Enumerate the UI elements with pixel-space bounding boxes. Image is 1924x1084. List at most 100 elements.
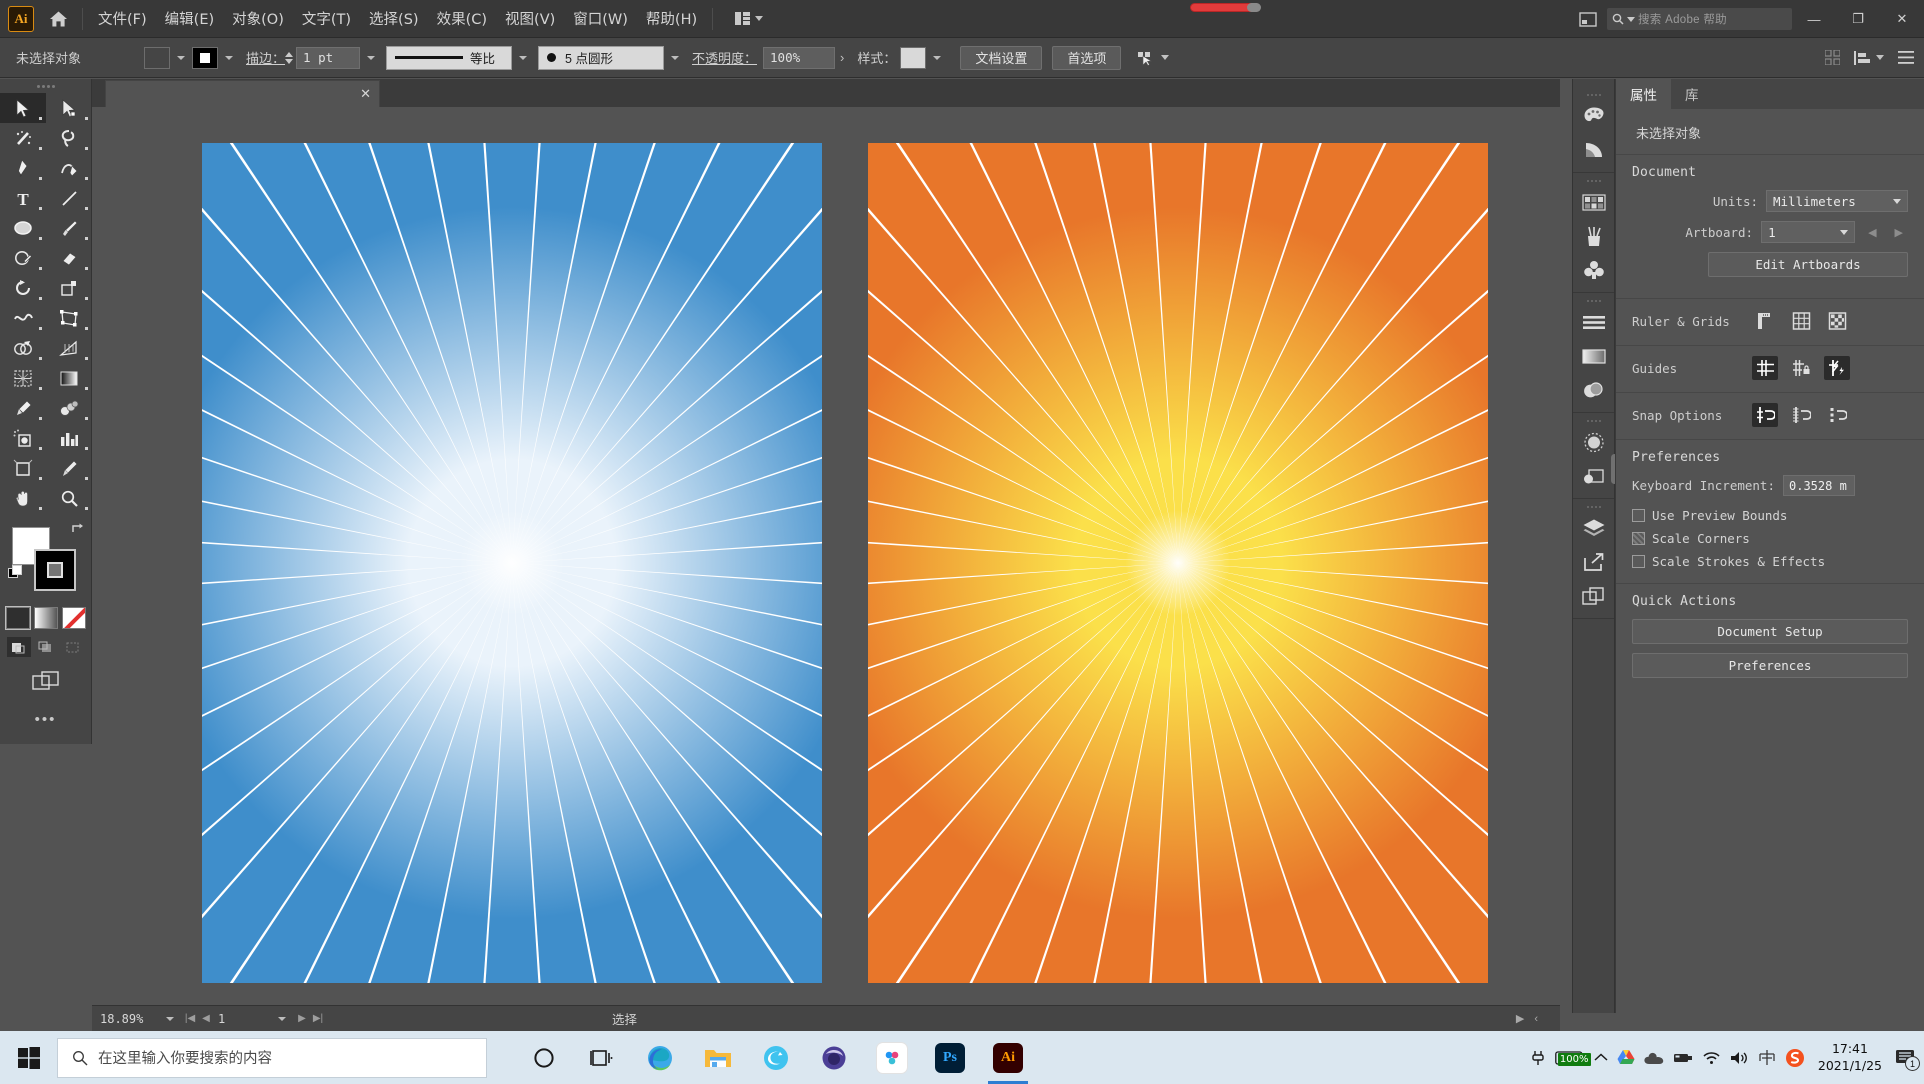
- artboard-tool[interactable]: [0, 453, 46, 483]
- default-fill-stroke-icon[interactable]: [8, 565, 24, 581]
- transparency-panel-icon[interactable]: [1573, 373, 1614, 407]
- free-transform-tool[interactable]: [46, 303, 92, 333]
- snap-to-point-icon[interactable]: [1752, 403, 1778, 427]
- menu-effect[interactable]: 效果(C): [428, 3, 496, 34]
- direct-selection-tool[interactable]: [46, 93, 92, 123]
- fill-color-swatch[interactable]: [144, 46, 170, 69]
- ime-language-icon[interactable]: [1758, 1049, 1776, 1066]
- symbol-sprayer-tool[interactable]: [0, 423, 46, 453]
- style-chevron-icon[interactable]: [933, 55, 942, 60]
- preferences-quick-button[interactable]: Preferences: [1632, 653, 1908, 678]
- align-grid-icon[interactable]: [1825, 50, 1840, 65]
- color-panel-icon[interactable]: [1573, 99, 1614, 133]
- next-artboard-icon[interactable]: ▶: [1890, 226, 1908, 239]
- units-select[interactable]: Millimeters: [1766, 190, 1908, 212]
- document-tab[interactable]: ✕: [105, 80, 380, 107]
- zoom-tool[interactable]: [46, 483, 92, 513]
- graphic-style-swatch[interactable]: [900, 46, 927, 69]
- taskbar-search-input[interactable]: 在这里输入你要搜索的内容: [57, 1037, 487, 1078]
- snap-to-pixel-icon[interactable]: [1824, 403, 1850, 427]
- show-rulers-icon[interactable]: [1752, 309, 1778, 333]
- magic-wand-tool[interactable]: [0, 123, 46, 153]
- zoom-chevron-icon[interactable]: [166, 1016, 174, 1021]
- usb-device-icon[interactable]: [1673, 1051, 1693, 1064]
- slice-tool[interactable]: [46, 453, 92, 483]
- opacity-flyout-icon[interactable]: ›: [835, 50, 849, 65]
- volume-icon[interactable]: [1730, 1050, 1749, 1066]
- tab-properties[interactable]: 属性: [1616, 79, 1671, 109]
- close-button[interactable]: ✕: [1880, 0, 1924, 38]
- align-options-button[interactable]: [1854, 50, 1884, 65]
- arrange-documents-button[interactable]: [727, 8, 771, 29]
- select-similar-button[interactable]: [1137, 50, 1170, 66]
- scale-corners-row[interactable]: Scale Corners: [1632, 531, 1908, 546]
- dock-grip[interactable]: [1573, 90, 1614, 99]
- graphic-styles-panel-icon[interactable]: [1573, 459, 1614, 493]
- lasso-tool[interactable]: [46, 123, 92, 153]
- screen-mode-icon[interactable]: [1573, 4, 1603, 34]
- rotate-tool[interactable]: [0, 273, 46, 303]
- prev-artboard-button[interactable]: ◀: [198, 1013, 214, 1024]
- wifi-icon[interactable]: [1702, 1050, 1721, 1065]
- home-icon[interactable]: [40, 0, 76, 38]
- clock[interactable]: 17:41 2021/1/25: [1818, 1041, 1882, 1075]
- stroke-color-swatch[interactable]: [192, 46, 218, 69]
- eraser-tool[interactable]: [46, 243, 92, 273]
- swatches-panel-icon[interactable]: [1573, 185, 1614, 219]
- mesh-tool[interactable]: [0, 363, 46, 393]
- symbols-panel-icon[interactable]: [1573, 253, 1614, 287]
- profile-chevron-icon[interactable]: [519, 55, 528, 60]
- keyboard-increment-field[interactable]: 0.3528 m: [1783, 475, 1855, 496]
- edit-toolbar-button[interactable]: •••: [0, 711, 91, 728]
- app-cloud-icon[interactable]: [863, 1031, 921, 1084]
- dock-grip-4[interactable]: [1573, 416, 1614, 425]
- brush-definition-select[interactable]: 5 点圆形: [538, 45, 665, 70]
- close-icon[interactable]: ✕: [360, 86, 371, 102]
- file-explorer-icon[interactable]: [689, 1031, 747, 1084]
- dock-grip-2[interactable]: [1573, 176, 1614, 185]
- sogou-input-icon[interactable]: [1785, 1048, 1805, 1068]
- scale-strokes-effects-row[interactable]: Scale Strokes & Effects: [1632, 554, 1908, 569]
- cortana-icon[interactable]: [515, 1031, 573, 1084]
- app-purple-icon[interactable]: [805, 1031, 863, 1084]
- selection-tool[interactable]: [0, 93, 46, 123]
- next-artboard-button[interactable]: ▶: [294, 1013, 310, 1024]
- maximize-button[interactable]: ❐: [1836, 0, 1880, 38]
- canvas-area[interactable]: [92, 107, 1560, 1013]
- scale-tool[interactable]: [46, 273, 92, 303]
- change-screen-mode-button[interactable]: [0, 671, 91, 691]
- type-tool[interactable]: T: [0, 183, 46, 213]
- document-setup-button[interactable]: 文档设置: [960, 45, 1043, 70]
- plug-icon[interactable]: [1530, 1050, 1546, 1066]
- use-preview-bounds-row[interactable]: Use Preview Bounds: [1632, 508, 1908, 523]
- draw-inside-mode[interactable]: [61, 637, 85, 657]
- browser-2345-icon[interactable]: [747, 1031, 805, 1084]
- menu-file[interactable]: 文件(F): [89, 3, 156, 34]
- start-button[interactable]: [0, 1031, 57, 1084]
- layers-panel-icon[interactable]: [1573, 511, 1614, 545]
- show-transparency-grid-icon[interactable]: [1824, 309, 1850, 333]
- panel-menu-icon[interactable]: [1898, 51, 1914, 64]
- show-grid-icon[interactable]: [1788, 309, 1814, 333]
- menu-type[interactable]: 文字(T): [293, 3, 360, 34]
- zoom-level-value[interactable]: 18.89%: [100, 1012, 158, 1026]
- blend-tool[interactable]: [46, 393, 92, 423]
- edit-artboards-button[interactable]: Edit Artboards: [1708, 252, 1908, 277]
- line-segment-tool[interactable]: [46, 183, 92, 213]
- snap-to-grid-icon[interactable]: [1788, 403, 1814, 427]
- gradient-tool[interactable]: [46, 363, 92, 393]
- menu-view[interactable]: 视图(V): [496, 3, 564, 34]
- photoshop-icon[interactable]: Ps: [921, 1031, 979, 1084]
- brushes-panel-icon[interactable]: [1573, 219, 1614, 253]
- first-artboard-button[interactable]: |◀: [182, 1013, 198, 1024]
- toolbar-grip[interactable]: [0, 79, 91, 93]
- draw-behind-mode[interactable]: [34, 637, 58, 657]
- curvature-tool[interactable]: [46, 153, 92, 183]
- onedrive-cloud-icon[interactable]: [1644, 1051, 1664, 1065]
- artboards-panel-icon[interactable]: [1573, 579, 1614, 613]
- tab-libraries[interactable]: 库: [1671, 79, 1713, 109]
- perspective-grid-tool[interactable]: [46, 333, 92, 363]
- scale-strokes-effects-checkbox[interactable]: [1632, 555, 1645, 568]
- brush-chevron-icon[interactable]: [671, 55, 680, 60]
- width-tool[interactable]: [0, 303, 46, 333]
